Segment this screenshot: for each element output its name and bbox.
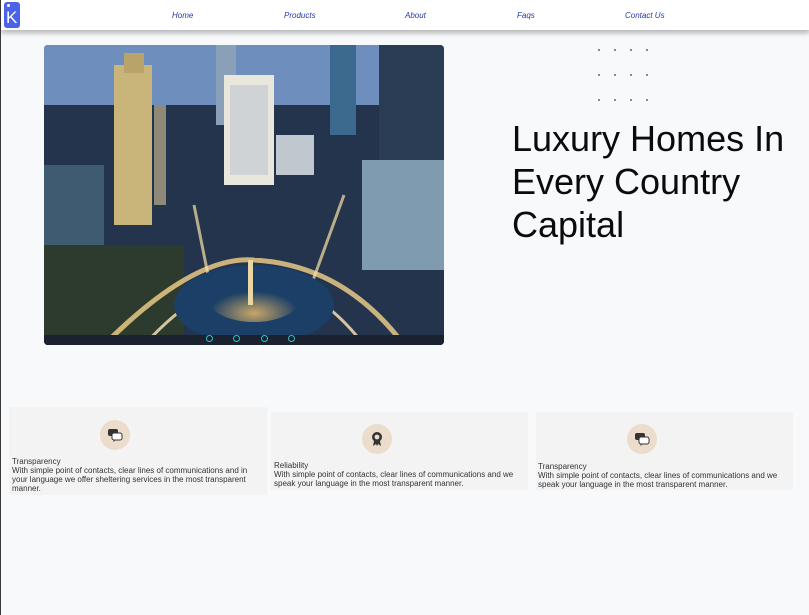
- award-badge-icon: [372, 432, 382, 446]
- feature-title: Reliability: [274, 461, 309, 470]
- feature-icon-circle: [362, 424, 392, 454]
- carousel-indicators: [206, 329, 311, 345]
- nav-about-link[interactable]: About: [405, 11, 426, 20]
- nav-products-link[interactable]: Products: [284, 11, 316, 20]
- city-skyline-illustration: [44, 45, 444, 345]
- carousel-dot[interactable]: [206, 335, 213, 342]
- top-navbar: K Home Products About Faqs Contact Us: [1, 0, 809, 30]
- feature-title: Transparency: [538, 462, 587, 471]
- chat-bubbles-icon: [635, 433, 650, 446]
- carousel-dot[interactable]: [288, 335, 296, 342]
- hero-headline: Luxury Homes In Every Country Capital: [512, 118, 785, 245]
- feature-title: Transparency: [12, 457, 61, 466]
- feature-card: Transparency With simple point of contac…: [9, 407, 267, 495]
- feature-icon-circle: [100, 420, 130, 450]
- logo[interactable]: K: [4, 2, 20, 28]
- feature-card: Reliability With simple point of contact…: [271, 412, 528, 490]
- carousel-dot[interactable]: [233, 335, 241, 342]
- nav-contact-link[interactable]: Contact Us: [625, 11, 665, 20]
- feature-description: With simple point of contacts, clear lin…: [538, 471, 778, 489]
- feature-card: Transparency With simple point of contac…: [536, 412, 793, 490]
- hero-city-image: [44, 45, 444, 345]
- logo-letter: K: [6, 8, 18, 27]
- chat-bubbles-icon: [108, 429, 123, 442]
- feature-icon-circle: [627, 424, 657, 454]
- nav-home-link[interactable]: Home: [172, 11, 193, 20]
- feature-description: With simple point of contacts, clear lin…: [274, 470, 514, 488]
- decorative-dot-grid: [596, 46, 656, 106]
- nav-faqs-link[interactable]: Faqs: [517, 11, 535, 20]
- feature-description: With simple point of contacts, clear lin…: [12, 466, 248, 493]
- carousel-dot[interactable]: [260, 335, 268, 342]
